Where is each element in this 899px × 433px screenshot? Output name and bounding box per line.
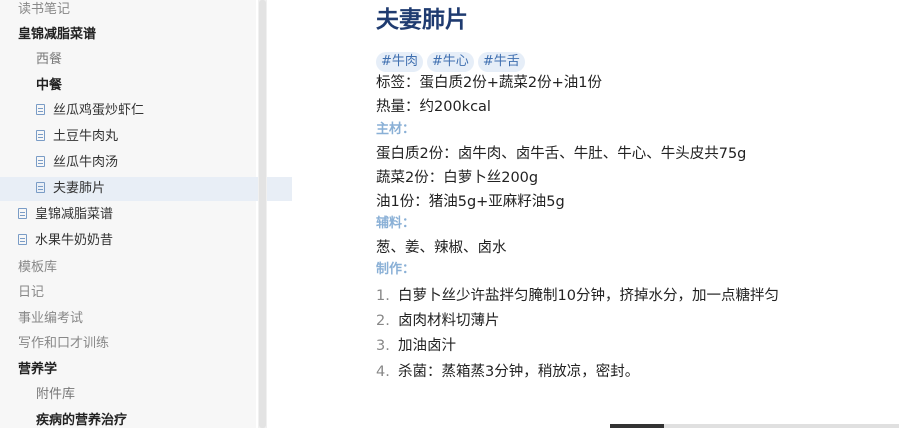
sidebar-item-western[interactable]: 西餐 (0, 48, 292, 72)
list-item: 2. 卤肉材料切薄片 (376, 310, 500, 332)
sidebar-item-chinese[interactable]: 中餐 (0, 74, 292, 98)
sidebar: 读书笔记 皇锦减脂菜谱 西餐 中餐 丝瓜鸡蛋炒虾仁 土豆牛肉丸 丝瓜牛肉汤 夫妻… (0, 0, 292, 428)
list-item: 3. 加油卤汁 (376, 335, 456, 357)
main-ingredient-line: 蔬菜2份：白萝卜丝200g (376, 170, 539, 186)
sidebar-item-nutrition[interactable]: 营养学 (0, 358, 274, 382)
note-editor: 夫妻肺片 #牛肉 #牛心 #牛舌 标签：蛋白质2份+蔬菜2份+油1份 热量：约200… (267, 0, 899, 428)
main-ingredient-line: 油1份：猪油5g+亚麻籽油5g (376, 194, 565, 210)
step-text: 加油卤汁 (398, 338, 456, 354)
horizontal-scrollbar[interactable] (610, 424, 899, 428)
sidebar-scrollbar[interactable] (258, 0, 267, 428)
scrollbar-thumb[interactable] (259, 0, 266, 428)
list-number: 2. (376, 313, 390, 329)
list-item: 1. 白萝卜丝少许盐拌匀腌制10分钟，挤掉水分，加一点糖拌匀 (376, 285, 779, 307)
sidebar-item-fruit-milkshake[interactable]: 水果牛奶奶昔 (0, 229, 274, 253)
steps-heading: 制作： (376, 262, 416, 277)
list-number: 4. (376, 364, 390, 380)
sidebar-item-disease-nutrition[interactable]: 疾病的营养治疗 (0, 409, 292, 433)
tag-list: #牛肉 #牛心 #牛舌 (376, 50, 529, 72)
sidebar-item-label: 夫妻肺片 (53, 181, 106, 196)
sidebar-item-diary[interactable]: 日记 (0, 281, 274, 305)
sidebar-item-loofah-beef-soup[interactable]: 丝瓜牛肉汤 (0, 151, 292, 175)
scrollbar-thumb[interactable] (610, 424, 664, 428)
sidebar-item-writing[interactable]: 写作和口才训练 (0, 332, 274, 356)
main-ingredient-line: 蛋白质2份：卤牛肉、卤牛舌、牛肚、牛心、牛头皮共75g (376, 146, 747, 162)
document-icon (18, 208, 27, 219)
list-number: 1. (376, 288, 390, 304)
step-text: 杀菌：蒸箱蒸3分钟，稍放凉，密封。 (398, 364, 640, 380)
document-icon (18, 234, 27, 245)
sidebar-item-attachments[interactable]: 附件库 (0, 383, 292, 407)
label-line: 标签：蛋白质2份+蔬菜2份+油1份 (376, 75, 602, 91)
main-ingredients-heading: 主材： (376, 122, 416, 137)
sidebar-item-exam[interactable]: 事业编考试 (0, 307, 274, 331)
sidebar-item-label: 丝瓜鸡蛋炒虾仁 (53, 103, 145, 118)
sidebar-item-potato-beef-balls[interactable]: 土豆牛肉丸 (0, 125, 292, 149)
sidebar-item-label: 丝瓜牛肉汤 (53, 155, 119, 170)
sidebar-item-recipes-folder[interactable]: 皇锦减脂菜谱 (0, 23, 274, 47)
sidebar-item-label: 土豆牛肉丸 (53, 129, 119, 144)
list-number: 3. (376, 338, 390, 354)
step-text: 白萝卜丝少许盐拌匀腌制10分钟，挤掉水分，加一点糖拌匀 (398, 288, 779, 304)
aux-ingredients-heading: 辅料： (376, 216, 416, 231)
document-icon (36, 156, 45, 167)
document-icon (36, 104, 45, 115)
tag-beef-tongue[interactable]: #牛舌 (477, 52, 525, 72)
sidebar-item-recipes-doc[interactable]: 皇锦减脂菜谱 (0, 203, 274, 227)
document-icon (36, 182, 45, 193)
sidebar-item-label: 水果牛奶奶昔 (35, 233, 114, 248)
aux-ingredient-line: 葱、姜、辣椒、卤水 (376, 240, 507, 256)
sidebar-item-reading-notes[interactable]: 读书笔记 (0, 0, 274, 22)
tag-beef-heart[interactable]: #牛心 (426, 52, 474, 72)
note-title[interactable]: 夫妻肺片 (376, 2, 468, 38)
sidebar-item-loofah-shrimp[interactable]: 丝瓜鸡蛋炒虾仁 (0, 99, 292, 123)
list-item: 4. 杀菌：蒸箱蒸3分钟，稍放凉，密封。 (376, 361, 639, 383)
calorie-line: 热量：约200kcal (376, 99, 491, 115)
tag-beef[interactable]: #牛肉 (376, 52, 423, 72)
sidebar-item-label: 皇锦减脂菜谱 (35, 207, 114, 222)
sidebar-item-templates[interactable]: 模板库 (0, 256, 274, 280)
document-icon (36, 130, 45, 141)
sidebar-item-fuqi-feipian[interactable]: 夫妻肺片 (0, 177, 292, 201)
step-text: 卤肉材料切薄片 (398, 313, 500, 329)
